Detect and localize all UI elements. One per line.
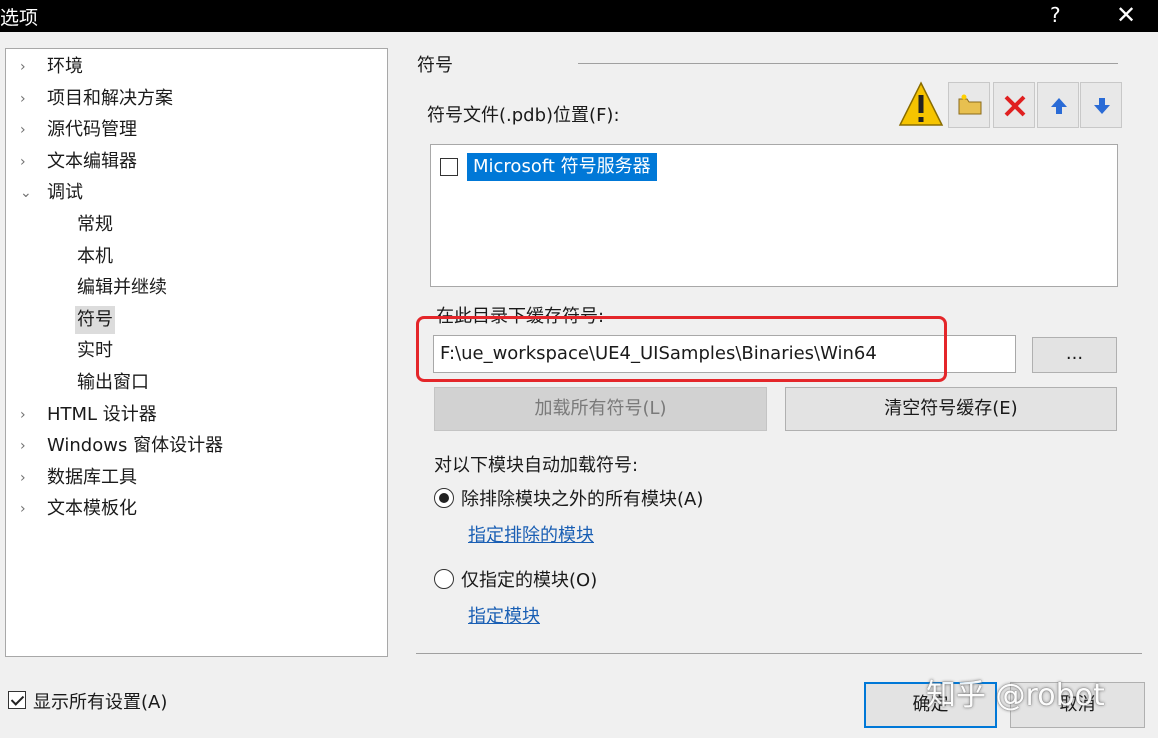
section-divider: [578, 63, 1118, 64]
close-button[interactable]: ✕: [1116, 1, 1136, 29]
tree-item[interactable]: › 数据库工具: [6, 464, 386, 492]
title-bar: 选项 ? ✕: [0, 0, 1158, 32]
footer-divider: [416, 653, 1142, 654]
load-all-symbols-button[interactable]: 加载所有符号(L): [434, 387, 767, 431]
remove-button[interactable]: [993, 82, 1035, 128]
tree-item[interactable]: › 文本模板化: [6, 495, 386, 523]
specify-modules-link[interactable]: 指定模块: [468, 602, 540, 628]
options-tree[interactable]: › 环境 › 项目和解决方案 › 源代码管理 › 文本编辑器 ⌄ 调试常规本机编辑并继续符号实时输…: [5, 48, 388, 657]
browse-button[interactable]: ...: [1032, 337, 1117, 373]
radio-all-except-button[interactable]: [434, 488, 454, 508]
tree-item-label: 源代码管理: [47, 119, 137, 141]
chevron-right-icon[interactable]: ›: [20, 148, 36, 176]
move-down-icon: [1094, 98, 1110, 114]
chevron-right-icon[interactable]: ›: [20, 432, 36, 460]
pdb-location-list[interactable]: Microsoft 符号服务器: [430, 144, 1118, 287]
folder-icon: [958, 94, 982, 115]
specify-excluded-link[interactable]: 指定排除的模块: [468, 521, 594, 547]
radio-only-specified-button[interactable]: [434, 569, 454, 589]
tree-item[interactable]: 编辑并继续: [6, 274, 386, 302]
pdb-location-checkbox[interactable]: [440, 158, 458, 176]
chevron-right-icon[interactable]: ›: [20, 401, 36, 429]
pdb-location-label: 符号文件(.pdb)位置(F):: [427, 105, 620, 126]
tree-item[interactable]: › 源代码管理: [6, 116, 386, 144]
move-up-button[interactable]: [1037, 82, 1079, 128]
chevron-right-icon[interactable]: ›: [20, 116, 36, 144]
tree-item-label: 输出窗口: [77, 372, 149, 393]
move-up-icon: [1051, 98, 1067, 114]
radio-all-except-label: 除排除模块之外的所有模块(A): [461, 489, 704, 510]
chevron-down-icon[interactable]: ⌄: [20, 179, 36, 207]
tree-item-label: 实时: [77, 340, 113, 362]
chevron-right-icon[interactable]: ›: [20, 495, 36, 523]
tree-item-label: HTML 设计器: [47, 403, 157, 425]
tree-item[interactable]: 符号: [6, 305, 386, 334]
chevron-right-icon[interactable]: ›: [20, 53, 36, 81]
show-all-label: 显示所有设置(A): [33, 692, 168, 713]
tree-item-label: 符号: [75, 305, 115, 334]
section-title: 符号: [417, 55, 453, 76]
tree-item[interactable]: › 环境: [6, 53, 386, 81]
tree-item[interactable]: 常规: [6, 211, 386, 239]
tree-item-label: 项目和解决方案: [47, 87, 173, 109]
tree-item-label: 文本模板化: [47, 498, 137, 520]
tree-item-label: 调试: [47, 182, 83, 204]
tree-item[interactable]: › HTML 设计器: [6, 401, 386, 429]
tree-item-label: 文本编辑器: [47, 150, 137, 172]
tree-item[interactable]: › 项目和解决方案: [6, 85, 386, 113]
tree-item[interactable]: › Windows 窗体设计器: [6, 432, 386, 460]
highlight-annotation: [416, 316, 947, 382]
chevron-right-icon[interactable]: ›: [20, 464, 36, 492]
pdb-location-label-text: Microsoft 符号服务器: [467, 153, 657, 181]
tree-item-label: 编辑并继续: [77, 277, 167, 299]
tree-item[interactable]: 本机: [6, 243, 386, 271]
chevron-right-icon[interactable]: ›: [20, 85, 36, 113]
tree-item-label: 环境: [47, 56, 83, 77]
auto-load-label: 对以下模块自动加载符号:: [434, 455, 639, 476]
tree-item-label: Windows 窗体设计器: [47, 435, 224, 457]
tree-item-label: 本机: [77, 245, 113, 267]
help-button[interactable]: ?: [1050, 3, 1061, 27]
tree-item-label: 常规: [77, 214, 113, 235]
move-down-button[interactable]: [1080, 82, 1122, 128]
warning-icon: [898, 80, 944, 133]
tree-item[interactable]: 实时: [6, 337, 386, 365]
tree-item[interactable]: ⌄ 调试: [6, 179, 386, 207]
show-all-checkbox[interactable]: [8, 691, 26, 709]
delete-icon: [1004, 95, 1026, 117]
tree-item[interactable]: › 文本编辑器: [6, 148, 386, 176]
radio-only-specified-label: 仅指定的模块(O): [461, 570, 598, 591]
tree-item[interactable]: 输出窗口: [6, 369, 386, 397]
clear-symbol-cache-button[interactable]: 清空符号缓存(E): [785, 387, 1117, 431]
tree-item-label: 数据库工具: [47, 466, 137, 488]
window-title: 选项: [0, 7, 39, 29]
watermark: 知乎 @robot: [926, 678, 1105, 713]
add-folder-button[interactable]: [948, 82, 990, 128]
